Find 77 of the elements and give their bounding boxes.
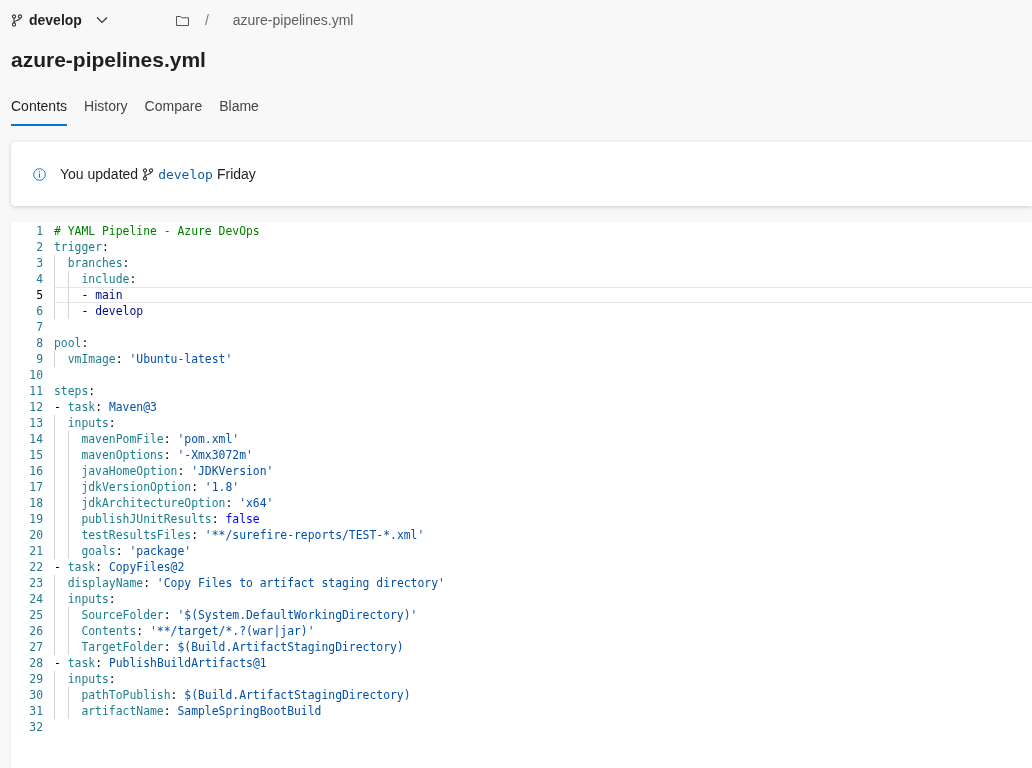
- notice-text: Friday: [216, 166, 256, 182]
- code-line: testResultsFiles: '**/surefire-reports/TEST-*.xml': [81, 528, 425, 542]
- branch-selector[interactable]: develop: [11, 12, 108, 28]
- code-line: include:: [81, 272, 137, 286]
- code-line: publishJUnitResults: false: [81, 512, 260, 526]
- tab[interactable]: Contents: [11, 92, 68, 126]
- line-number: 29: [28, 671, 43, 687]
- code-line: javaHomeOption: 'JDKVersion': [81, 464, 274, 478]
- line-number: 16: [28, 463, 43, 479]
- line-number: 31: [28, 703, 43, 719]
- code-line: - main: [81, 288, 123, 302]
- code-line: pathToPublish: $(Build.ArtifactStagingDirectory): [81, 688, 411, 702]
- line-number: 11: [28, 383, 43, 399]
- line-number: 32: [28, 719, 43, 735]
- chevron-down-icon: [95, 16, 108, 24]
- line-number: 17: [28, 479, 43, 495]
- code-line: branches:: [67, 256, 130, 270]
- line-number: 26: [28, 623, 43, 639]
- code-line: inputs:: [67, 672, 116, 686]
- line-number: 4: [35, 271, 43, 287]
- breadcrumb-separator: /: [204, 12, 209, 28]
- code-line: vmImage: 'Ubuntu-latest': [67, 352, 233, 366]
- code-line: Contents: '**/target/*.?(war|jar)': [81, 624, 315, 638]
- line-number: 9: [35, 351, 43, 367]
- line-number: 10: [28, 367, 43, 383]
- code-line: - develop: [81, 304, 144, 318]
- info-icon: [33, 167, 46, 181]
- code-line: displayName: 'Copy Files to artifact staging directory': [67, 576, 445, 590]
- line-number: 20: [28, 527, 43, 543]
- folder-icon[interactable]: [175, 14, 189, 26]
- line-number: 25: [28, 607, 43, 623]
- line-number: 13: [28, 415, 43, 431]
- line-number: 23: [28, 575, 43, 591]
- code-line: jdkArchitectureOption: 'x64': [81, 496, 274, 510]
- line-number: 6: [35, 303, 43, 319]
- line-number: 3: [35, 255, 43, 271]
- branch-link[interactable]: develop: [158, 166, 213, 182]
- line-number: 18: [28, 495, 43, 511]
- code-line: - task: Maven@3: [54, 400, 157, 414]
- line-number: 14: [28, 431, 43, 447]
- code-line: # YAML Pipeline - Azure DevOps: [54, 224, 260, 238]
- code-line: TargetFolder: $(Build.ArtifactStagingDirectory): [81, 640, 404, 654]
- notice-text: You updated: [60, 166, 139, 182]
- code-line: mavenPomFile: 'pom.xml': [81, 432, 240, 446]
- code-line: steps:: [54, 384, 96, 398]
- line-number: 27: [28, 639, 43, 655]
- tab[interactable]: Blame: [219, 92, 259, 126]
- line-number: 22: [28, 559, 43, 575]
- tab[interactable]: Compare: [144, 92, 203, 126]
- code-line: jdkVersionOption: '1.8': [81, 480, 240, 494]
- code-line: pool:: [54, 336, 89, 350]
- line-number: 21: [28, 543, 43, 559]
- line-number: 8: [35, 335, 43, 351]
- line-number: 28: [28, 655, 43, 671]
- line-number: 2: [35, 239, 43, 255]
- code-line: inputs:: [67, 416, 116, 430]
- code-line: trigger:: [54, 240, 109, 254]
- code-line: SourceFolder: '$(System.DefaultWorkingDirectory)': [81, 608, 418, 622]
- line-number: 5: [35, 287, 43, 303]
- line-number: 24: [28, 591, 43, 607]
- code-line: - task: CopyFiles@2: [54, 560, 185, 574]
- line-number: 12: [28, 399, 43, 415]
- code-line: inputs:: [67, 592, 116, 606]
- line-number: 1: [35, 223, 43, 239]
- code-line: goals: 'package': [81, 544, 192, 558]
- branch-icon: [142, 167, 155, 181]
- breadcrumb-file[interactable]: azure-pipelines.yml: [232, 12, 354, 28]
- tab[interactable]: History: [84, 92, 128, 126]
- branch-icon: [11, 13, 23, 27]
- file-title: azure-pipelines.yml: [11, 48, 207, 73]
- line-number: 7: [35, 319, 43, 335]
- code-line: mavenOptions: '-Xmx3072m': [81, 448, 253, 462]
- code-line: artifactName: SampleSpringBootBuild: [81, 704, 322, 718]
- line-number: 15: [28, 447, 43, 463]
- code-line: - task: PublishBuildArtifacts@1: [54, 656, 267, 670]
- line-number: 30: [28, 687, 43, 703]
- line-number: 19: [28, 511, 43, 527]
